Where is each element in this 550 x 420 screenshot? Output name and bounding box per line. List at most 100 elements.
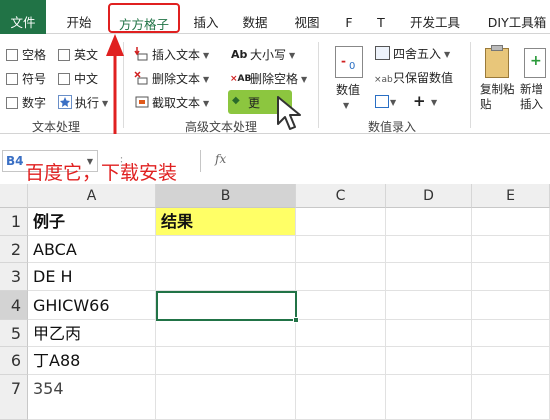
cell[interactable] (156, 347, 296, 375)
plus-icon[interactable]: + (413, 93, 426, 109)
tab-developer[interactable]: 开发工具 (404, 0, 466, 34)
extract-text-icon (134, 94, 150, 113)
annotation-text: 百度它，下载安装 (25, 162, 178, 184)
new-insert-icon: + (524, 48, 546, 78)
numeric-group-label: 数值录入 (368, 120, 417, 134)
cell[interactable]: 丁A88 (28, 347, 156, 375)
cell[interactable]: ABCA (28, 236, 156, 263)
column-header-b[interactable]: B (156, 184, 296, 208)
row-header[interactable]: 2 (0, 236, 28, 263)
tab-f[interactable]: F (338, 0, 360, 34)
edit-icon[interactable] (375, 95, 389, 108)
extract-text-button[interactable]: 截取文本 ▼ (152, 95, 209, 112)
cell[interactable] (296, 263, 386, 291)
number-checkbox[interactable] (6, 97, 18, 109)
column-header-d[interactable]: D (386, 184, 472, 208)
cell[interactable] (472, 291, 550, 320)
cell[interactable] (296, 320, 386, 347)
symbol-checkbox[interactable] (6, 73, 18, 85)
cell[interactable] (296, 375, 386, 420)
tab-diy-toolbox[interactable]: DIY工具箱 (482, 0, 550, 34)
tab-t[interactable]: T (370, 0, 392, 34)
value-icon: - 0 (335, 46, 363, 78)
cell[interactable] (156, 375, 296, 420)
insert-text-icon (134, 46, 150, 65)
cell[interactable] (156, 263, 296, 291)
cell[interactable] (296, 347, 386, 375)
edit-dropdown-icon[interactable]: ▼ (390, 95, 396, 111)
cell[interactable] (296, 208, 386, 236)
cell[interactable] (156, 236, 296, 263)
row-header[interactable]: 4 (0, 291, 28, 320)
tab-view[interactable]: 视图 (286, 0, 328, 34)
tab-data[interactable]: 数据 (234, 0, 276, 34)
cell[interactable] (386, 263, 472, 291)
copy-paste-button[interactable]: 复制粘贴 (480, 82, 520, 112)
row-header[interactable]: 6 (0, 347, 28, 375)
cell[interactable] (156, 320, 296, 347)
cell[interactable] (472, 347, 550, 375)
space-label: 空格 (22, 48, 47, 62)
cell[interactable] (386, 236, 472, 263)
cell[interactable] (296, 291, 386, 320)
tab-file[interactable]: 文件 (0, 0, 46, 34)
cell[interactable] (472, 320, 550, 347)
value-button[interactable]: 数值 (336, 82, 360, 98)
cell-selection (156, 291, 297, 321)
case-icon: Ab (231, 48, 248, 61)
row-header[interactable]: 3 (0, 263, 28, 291)
cell[interactable] (386, 208, 472, 236)
cell[interactable] (386, 320, 472, 347)
cell[interactable]: 354 (28, 375, 156, 420)
plus-dropdown-icon[interactable]: ▼ (431, 95, 437, 111)
select-all-corner[interactable] (0, 184, 28, 208)
tab-fangfang-gezi[interactable]: 方方格子 (108, 3, 180, 33)
ribbon-tab-bar: 文件 开始 方方格子 插入 数据 视图 F T 开发工具 DIY工具箱 (0, 0, 550, 34)
cell[interactable] (472, 208, 550, 236)
cell[interactable] (472, 236, 550, 263)
cell[interactable]: DE H (28, 263, 156, 291)
delete-text-button[interactable]: 删除文本 ▼ (152, 71, 209, 88)
delete-text-icon (134, 70, 150, 89)
cell[interactable]: 例子 (28, 208, 156, 236)
symbol-label: 符号 (22, 72, 47, 86)
insert-text-button[interactable]: 插入文本 ▼ (152, 47, 209, 64)
case-button[interactable]: 大小写 ▼ (250, 47, 295, 64)
cell[interactable] (386, 347, 472, 375)
keep-value-button[interactable]: 只保留数值 (393, 70, 453, 86)
group-separator (470, 42, 471, 128)
english-checkbox[interactable] (58, 49, 70, 61)
text-processing-group-label: 文本处理 (32, 120, 81, 134)
formula-input[interactable] (200, 150, 550, 172)
row-header[interactable]: 5 (0, 320, 28, 347)
cell[interactable]: 甲乙丙 (28, 320, 156, 347)
new-insert-button[interactable]: 新增插入 (520, 82, 550, 112)
cell[interactable]: 结果 (156, 208, 296, 236)
column-header-e[interactable]: E (472, 184, 550, 208)
space-checkbox[interactable] (6, 49, 18, 61)
advanced-text-group-label: 高级文本处理 (185, 120, 258, 134)
cell[interactable] (296, 236, 386, 263)
round-icon (375, 46, 390, 60)
value-dropdown-icon[interactable]: ▼ (343, 98, 349, 114)
column-header-a[interactable]: A (28, 184, 156, 208)
tab-home[interactable]: 开始 (58, 0, 100, 34)
cell[interactable]: GHICW66 (28, 291, 156, 320)
red-arrow-annotation (102, 30, 132, 143)
cell[interactable] (472, 263, 550, 291)
cell[interactable] (386, 291, 472, 320)
mouse-cursor-icon (277, 96, 303, 137)
chinese-label: 中文 (74, 72, 99, 86)
more-icon: ◆ (232, 95, 240, 106)
row-header[interactable]: 7 (0, 375, 28, 420)
row-header[interactable]: 1 (0, 208, 28, 236)
chinese-checkbox[interactable] (58, 73, 70, 85)
copy-paste-icon (485, 45, 509, 78)
delete-spaces-button[interactable]: 删除空格 ▼ (250, 71, 307, 88)
tab-insert[interactable]: 插入 (186, 0, 226, 34)
round-button[interactable]: 四舍五入 ▼ (393, 46, 450, 63)
cell[interactable] (472, 375, 550, 420)
column-header-c[interactable]: C (296, 184, 386, 208)
fill-handle[interactable] (293, 317, 299, 323)
cell[interactable] (386, 375, 472, 420)
